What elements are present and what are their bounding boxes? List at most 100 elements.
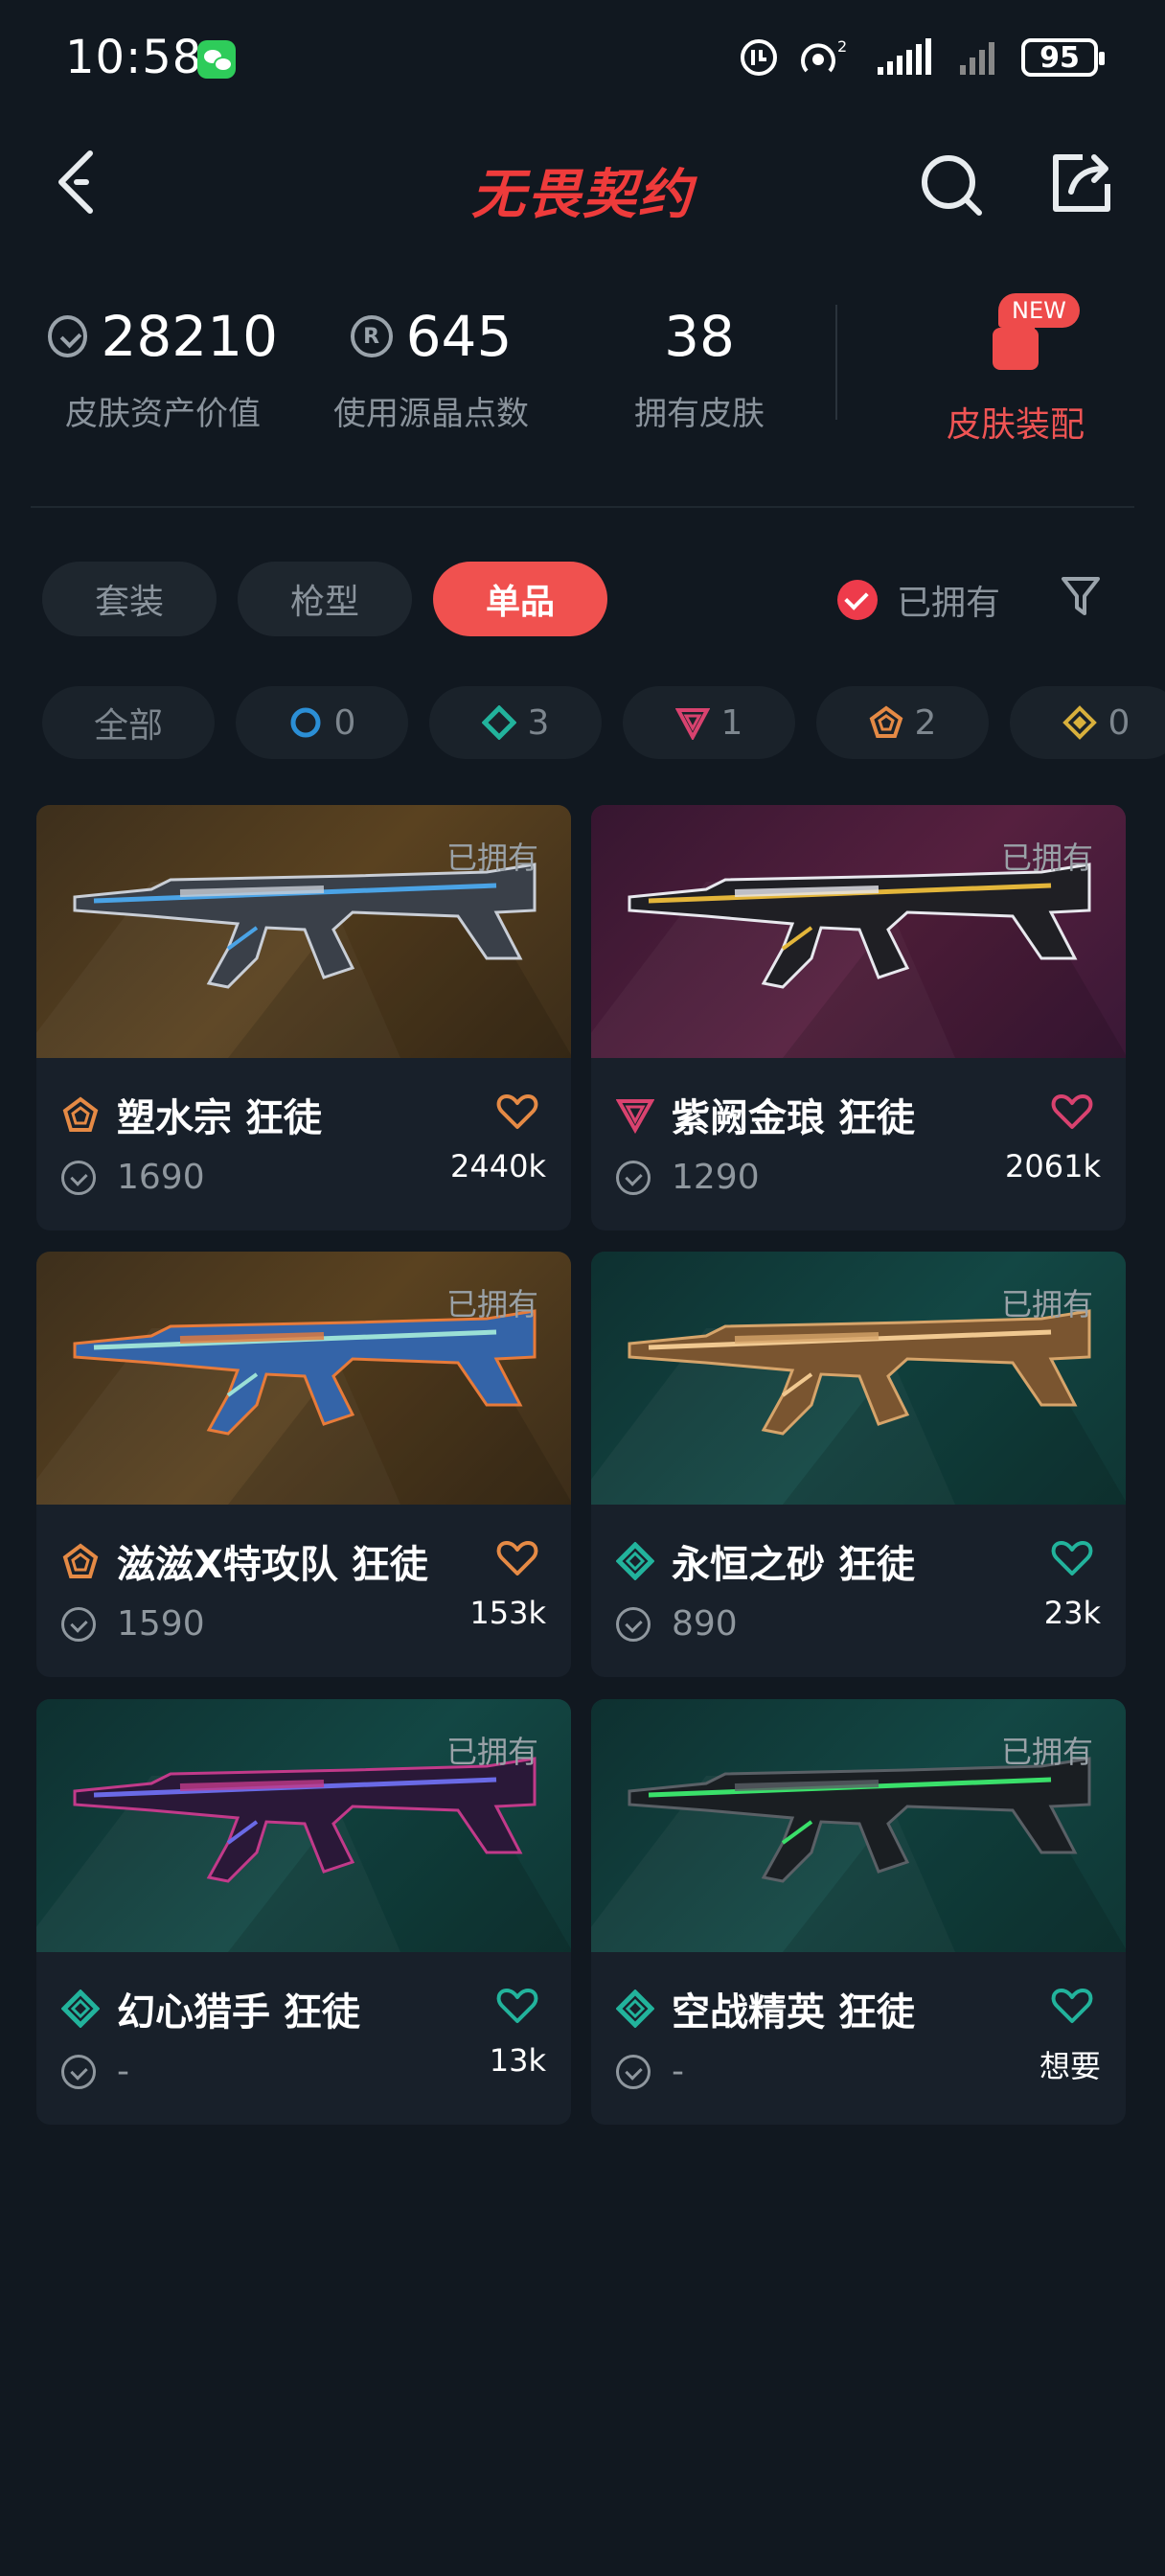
search-icon[interactable] <box>918 151 985 218</box>
skin-card[interactable]: 已拥有 滋滋X特攻队 狂徒 1590 153k <box>36 1252 571 1677</box>
tab-single-items[interactable]: 单品 <box>433 562 607 636</box>
like-count: 13k <box>489 2042 546 2079</box>
rarity-chip-ultra[interactable]: 0 <box>1010 686 1165 759</box>
vp-coin-icon <box>61 1160 96 1195</box>
skin-card[interactable]: 已拥有 塑水宗 狂徒 1690 2440k <box>36 805 571 1230</box>
status-bar: 10:58 2 95 <box>0 0 1165 115</box>
skin-name: 幻心猎手 狂徒 <box>117 1990 360 2035</box>
battery-indicator: 95 <box>1021 38 1105 77</box>
skin-card[interactable]: 已拥有 紫阙金琅 狂徒 1290 2061k <box>591 805 1126 1230</box>
skin-name: 塑水宗 狂徒 <box>117 1096 322 1140</box>
price-value: 1690 <box>117 1158 205 1197</box>
skin-title: 幻心猎手 狂徒 <box>61 1981 360 2036</box>
exclusive-count: 2 <box>914 702 937 743</box>
premium-count: 1 <box>720 702 743 743</box>
skin-image: 已拥有 <box>36 805 571 1058</box>
stats-divider <box>835 305 837 420</box>
radianite-value: 645 <box>405 304 513 369</box>
owned-tag: 已拥有 <box>1000 1286 1093 1322</box>
vp-coin-icon <box>61 2054 96 2089</box>
svg-text:2: 2 <box>837 37 847 56</box>
heart-icon[interactable] <box>1051 1092 1093 1131</box>
skin-title: 塑水宗 狂徒 <box>61 1087 322 1142</box>
owned-tag: 已拥有 <box>445 1734 538 1770</box>
skin-title: 滋滋X特攻队 狂徒 <box>61 1533 428 1589</box>
view-tabs: 套装 枪型 单品 <box>42 562 607 638</box>
skin-stats-panel: 28210 皮肤资产价值 R 645 使用源晶点数 38 拥有皮肤 NEW 皮肤装… <box>0 284 1165 456</box>
skin-name: 空战精英 狂徒 <box>672 1990 915 2035</box>
skin-title: 永恒之砂 狂徒 <box>616 1533 915 1589</box>
ultra-tier-icon <box>1062 705 1097 740</box>
deluxe-tier-icon <box>61 1990 100 2028</box>
filter-icon[interactable] <box>1060 575 1102 619</box>
app-title: 无畏契约 <box>471 164 694 226</box>
skin-price: - <box>61 2052 129 2091</box>
heart-icon[interactable] <box>496 1092 538 1131</box>
tab-bundles[interactable]: 套装 <box>42 562 217 636</box>
like-count: 23k <box>1043 1595 1101 1631</box>
checked-icon <box>837 580 878 620</box>
owned-filter-toggle[interactable]: 已拥有 <box>837 571 1000 629</box>
data-saver-icon <box>741 39 777 76</box>
select-count: 0 <box>333 702 356 743</box>
skin-price: 1590 <box>61 1604 205 1644</box>
rarity-chip-select[interactable]: 0 <box>236 686 408 759</box>
select-tier-icon <box>290 707 321 738</box>
skin-card[interactable]: 已拥有 永恒之砂 狂徒 890 23k <box>591 1252 1126 1677</box>
owned-skins-label: 拥有皮肤 <box>634 395 765 433</box>
heart-icon[interactable] <box>1051 1987 1093 2025</box>
asset-value-label: 皮肤资产价值 <box>65 395 261 433</box>
signal-strength-icon <box>878 38 931 75</box>
exclusive-tier-icon <box>62 1096 99 1132</box>
vp-coin-icon <box>61 1606 96 1642</box>
skin-card[interactable]: 已拥有 幻心猎手 狂徒 - 13k <box>36 1699 571 2125</box>
rarity-chip-exclusive[interactable]: 2 <box>816 686 989 759</box>
hotspot-icon: 2 <box>801 37 847 73</box>
deluxe-tier-icon <box>616 1990 654 2028</box>
heart-icon[interactable] <box>496 1987 538 2025</box>
heart-icon[interactable] <box>1051 1539 1093 1577</box>
skin-name: 紫阙金琅 狂徒 <box>672 1096 915 1140</box>
deluxe-tier-icon <box>616 1542 654 1580</box>
stat-asset-value: 28210 皮肤资产价值 <box>48 303 278 434</box>
skin-price: 890 <box>616 1604 738 1644</box>
exclusive-tier-icon <box>62 1543 99 1578</box>
ultra-count: 0 <box>1108 702 1131 743</box>
status-icons: 2 95 <box>738 29 1105 86</box>
skin-image: 已拥有 <box>591 805 1126 1058</box>
wechat-notification-icon <box>197 40 236 79</box>
skin-loadout-button[interactable]: NEW 皮肤装配 <box>901 293 1131 447</box>
rarity-chip-all[interactable]: 全部 <box>42 686 215 759</box>
skin-title: 紫阙金琅 狂徒 <box>616 1087 915 1142</box>
vp-coin-icon <box>48 315 88 357</box>
skin-image: 已拥有 <box>36 1699 571 1952</box>
owned-tag: 已拥有 <box>445 1286 538 1322</box>
owned-skins-value: 38 <box>664 304 735 369</box>
heart-icon[interactable] <box>496 1539 538 1577</box>
rarity-chip-premium[interactable]: 1 <box>623 686 795 759</box>
section-divider <box>31 506 1134 508</box>
rarity-all-label: 全部 <box>93 706 163 746</box>
skin-card[interactable]: 已拥有 空战精英 狂徒 - 想要 <box>591 1699 1126 2125</box>
rarity-filter-row: 全部 0 3 1 2 0 <box>42 686 1165 763</box>
like-count: 153k <box>469 1595 546 1631</box>
price-value: 890 <box>672 1604 738 1644</box>
rarity-chip-deluxe[interactable]: 3 <box>429 686 602 759</box>
skin-image: 已拥有 <box>591 1252 1126 1505</box>
skin-image: 已拥有 <box>591 1699 1126 1952</box>
skin-name: 滋滋X特攻队 狂徒 <box>117 1543 428 1587</box>
share-icon[interactable] <box>1048 150 1115 217</box>
radianite-icon: R <box>350 315 393 357</box>
skin-price: 1290 <box>616 1158 760 1197</box>
skin-price: 1690 <box>61 1158 205 1197</box>
status-time: 10:58 <box>65 31 203 84</box>
deluxe-tier-icon <box>481 705 516 740</box>
radianite-label: 使用源晶点数 <box>333 395 529 433</box>
owned-filter-label: 已拥有 <box>897 584 1001 623</box>
asset-value: 28210 <box>101 304 278 369</box>
tab-weapon-type[interactable]: 枪型 <box>238 562 412 636</box>
skin-image: 已拥有 <box>36 1252 571 1505</box>
vp-coin-icon <box>616 1606 651 1642</box>
skin-price: - <box>616 2052 684 2091</box>
skin-name: 永恒之砂 狂徒 <box>672 1543 915 1587</box>
